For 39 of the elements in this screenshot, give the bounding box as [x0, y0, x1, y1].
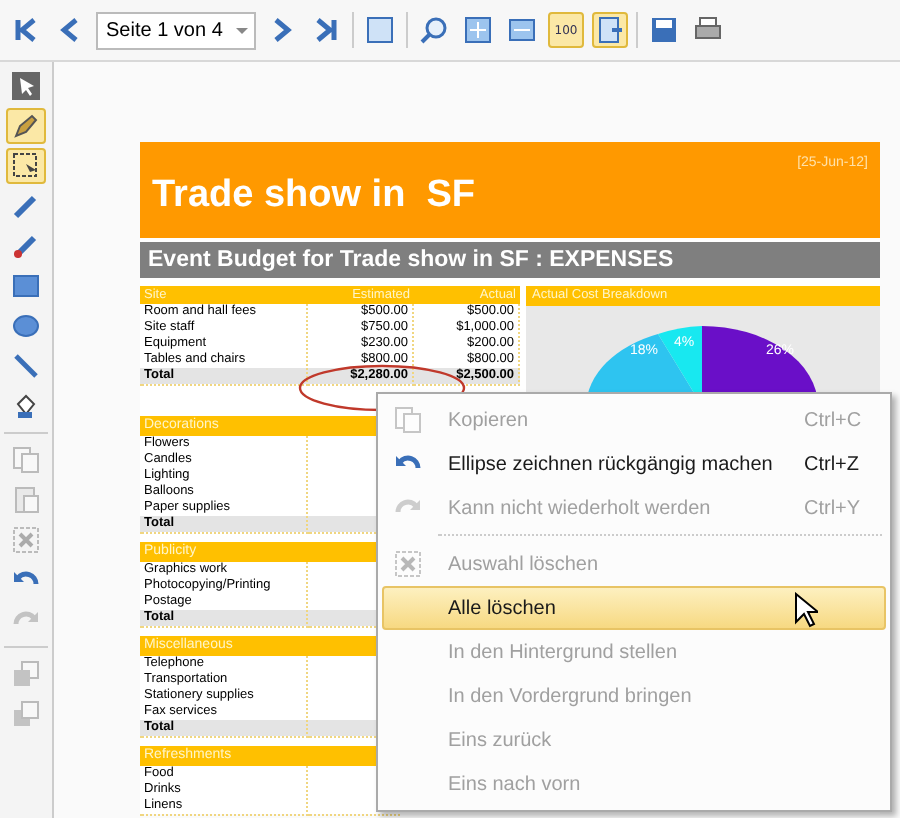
- zoom-button[interactable]: [416, 12, 452, 48]
- fit-page-button[interactable]: [362, 12, 398, 48]
- report-title: Trade show in SF: [152, 174, 476, 218]
- line-icon: [12, 352, 40, 380]
- fit-width-icon: [508, 16, 536, 44]
- last-page-icon: [312, 16, 340, 44]
- select-tool[interactable]: [6, 148, 46, 184]
- selection-icon: [12, 152, 40, 180]
- fit-page-icon: [366, 16, 394, 44]
- pointer-icon: [12, 72, 40, 100]
- bring-front-icon: [12, 700, 40, 728]
- fill-icon: [12, 392, 40, 420]
- pencil-icon: [12, 192, 40, 220]
- delete-selection-icon: [394, 550, 422, 578]
- zoom-icon: [420, 16, 448, 44]
- save-icon: [650, 16, 678, 44]
- fit-all-icon: [464, 16, 492, 44]
- save-button[interactable]: [646, 12, 682, 48]
- dropdown-caret-icon: [236, 27, 248, 33]
- copy-icon: [394, 406, 422, 434]
- paste-icon: [12, 486, 40, 514]
- report-subtitle: Event Budget for Trade show in SF : EXPENSES: [140, 242, 880, 278]
- send-back-icon: [12, 660, 40, 688]
- copy-icon: [12, 446, 40, 474]
- pen-tool[interactable]: [6, 108, 46, 144]
- page-select[interactable]: Seite 1 von 4: [96, 11, 256, 49]
- mouse-cursor-icon: [794, 592, 818, 628]
- first-page-icon: [12, 16, 40, 44]
- menu-item[interactable]: Ellipse zeichnen rückgängig machen Ctrl+Z: [382, 442, 886, 486]
- delete-selection-icon: [12, 526, 40, 554]
- marker-icon: [12, 232, 40, 260]
- ellipse-icon: [12, 312, 40, 340]
- fit-all-button[interactable]: [460, 12, 496, 48]
- pen-icon: [12, 112, 40, 140]
- pointer-tool[interactable]: [6, 68, 46, 104]
- rectangle-icon: [12, 272, 40, 300]
- print-icon: [694, 16, 722, 44]
- menu-item[interactable]: Alle löschen: [382, 586, 886, 630]
- auto-fit-button[interactable]: [592, 12, 628, 48]
